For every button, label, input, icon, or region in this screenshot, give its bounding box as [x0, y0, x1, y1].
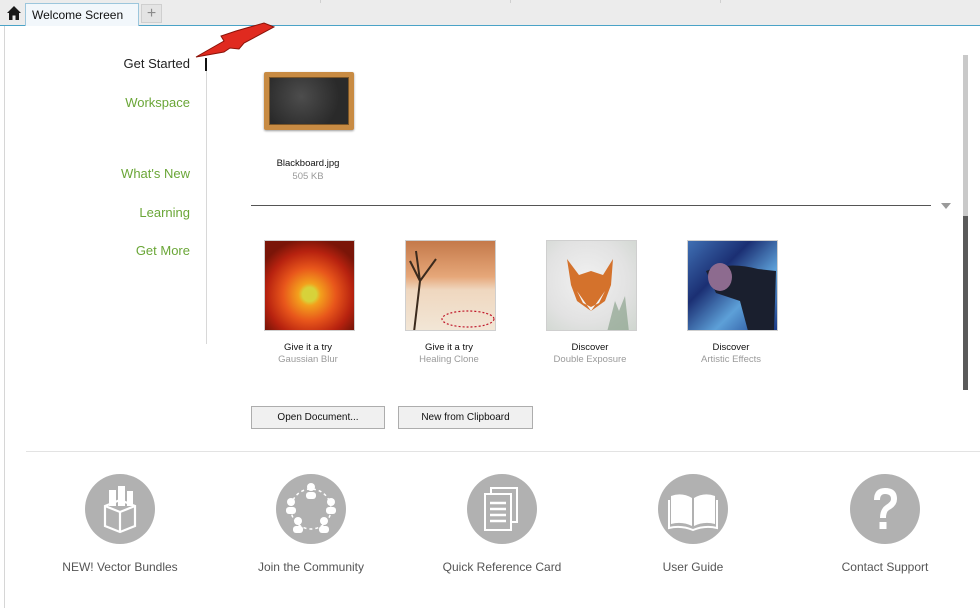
tab-strip-separator — [720, 0, 721, 3]
reference-card-icon — [467, 474, 537, 544]
section-divider — [251, 205, 931, 206]
add-tab-button[interactable]: + — [141, 4, 162, 23]
tab-strip: Welcome Screen + — [0, 0, 980, 26]
community-icon — [276, 474, 346, 544]
contact-support-link[interactable]: Contact Support — [805, 474, 965, 574]
footer-divider — [26, 451, 980, 452]
vector-bundles-link[interactable]: NEW! Vector Bundles — [40, 474, 200, 574]
sidebar-item-get-started[interactable]: Get Started — [0, 56, 190, 71]
sample-thumbnail-double-exposure[interactable] — [546, 240, 637, 331]
fox-illustration — [567, 259, 629, 330]
annotation-arrow-icon — [195, 22, 276, 58]
sidebar-item-workspace[interactable]: Workspace — [0, 95, 190, 110]
window-frame-left — [4, 26, 5, 608]
book-icon — [658, 474, 728, 544]
scrollbar-thumb[interactable] — [963, 216, 968, 390]
vector-bundles-icon — [85, 474, 155, 544]
dancer-illustration — [706, 263, 776, 330]
user-guide-link[interactable]: User Guide — [613, 474, 773, 574]
tab-welcome-screen[interactable]: Welcome Screen — [25, 3, 139, 26]
healing-clone-illustration — [409, 250, 495, 330]
sidebar-item-get-more[interactable]: Get More — [0, 243, 190, 258]
contact-support-label: Contact Support — [841, 560, 929, 574]
quick-reference-card-label: Quick Reference Card — [442, 560, 562, 574]
chevron-down-icon[interactable] — [941, 203, 951, 209]
quick-reference-card-link[interactable]: Quick Reference Card — [422, 474, 582, 574]
blackboard-image — [269, 77, 349, 125]
sample-thumbnail-healing-clone[interactable] — [405, 240, 496, 331]
sample-thumbnail-gaussian-blur[interactable] — [264, 240, 355, 331]
user-guide-label: User Guide — [662, 560, 724, 574]
tab-strip-separator — [320, 0, 321, 3]
vector-bundles-label: NEW! Vector Bundles — [62, 560, 178, 574]
sample-title: Discover — [712, 342, 750, 353]
sidebar-divider — [206, 70, 207, 344]
join-community-link[interactable]: Join the Community — [231, 474, 391, 574]
join-community-label: Join the Community — [257, 560, 365, 574]
sample-thumbnail-artistic-effects[interactable] — [687, 240, 778, 331]
new-from-clipboard-button[interactable]: New from Clipboard — [398, 406, 533, 429]
plus-icon: + — [146, 5, 157, 22]
sample-title: Give it a try — [283, 342, 333, 353]
sample-subtitle: Artistic Effects — [700, 354, 761, 365]
home-icon[interactable] — [6, 5, 22, 21]
sample-title: Discover — [571, 342, 609, 353]
tab-label: Welcome Screen — [32, 8, 124, 22]
question-icon — [850, 474, 920, 544]
recent-file-name[interactable]: Blackboard.jpg — [248, 158, 368, 169]
sample-subtitle: Healing Clone — [419, 354, 479, 365]
recent-file-thumbnail[interactable] — [264, 72, 354, 130]
sample-subtitle: Double Exposure — [553, 354, 627, 365]
sidebar-item-whats-new[interactable]: What's New — [0, 166, 190, 181]
recent-file-size: 505 KB — [292, 171, 324, 182]
open-document-button[interactable]: Open Document... — [251, 406, 385, 429]
sample-title: Give it a try — [424, 342, 474, 353]
sample-subtitle: Gaussian Blur — [278, 354, 338, 365]
tab-strip-separator — [510, 0, 511, 3]
sidebar-item-learning[interactable]: Learning — [0, 205, 190, 220]
